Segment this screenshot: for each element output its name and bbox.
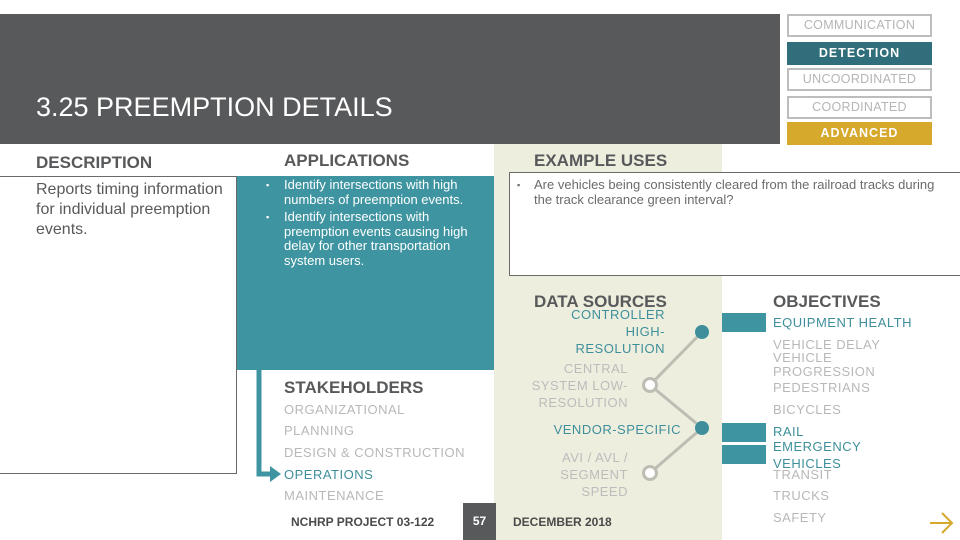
example-uses-heading: EXAMPLE USES [534,151,668,170]
application-item: Identify intersections with preemption e… [262,209,490,268]
example-use-item: Are vehicles being consistently cleared … [512,177,952,207]
page-title: 3.25 PREEMPTION DETAILS [36,92,393,122]
arrow-head-icon [270,466,281,482]
stakeholder-operations: OPERATIONS [284,467,374,482]
objective-rail: RAIL [773,424,804,439]
objective-vehicle-progression: VEHICLE PROGRESSION [773,350,876,379]
stakeholders-heading: STAKEHOLDERS [284,378,424,397]
tag-coordinated: COORDINATED [787,96,932,119]
application-item: Identify intersections with high numbers… [262,177,490,207]
applications-list: Identify intersections with high numbers… [262,177,490,271]
data-source-central-low-res: CENTRAL SYSTEM LOW-RESOLUTION [531,361,628,410]
tag-communication: COMMUNICATION [787,14,932,37]
objective-transit: TRANSIT [773,467,833,482]
node-vendor-icon [695,421,709,435]
node-central-icon [642,377,658,393]
example-uses-list: Are vehicles being consistently cleared … [512,177,952,207]
tag-detection: DETECTION [787,42,932,65]
stakeholder-maintenance: MAINTENANCE [284,488,385,503]
node-avi-icon [642,465,658,481]
footer-date: DECEMBER 2018 [513,515,612,529]
description-heading: DESCRIPTION [36,153,153,172]
stakeholder-planning: PLANNING [284,423,355,438]
page-number: 57 [463,503,496,540]
stakeholder-design-construction: DESIGN & CONSTRUCTION [284,445,465,460]
stakeholder-organizational: ORGANIZATIONAL [284,402,405,417]
objective-equipment-health: EQUIPMENT HEALTH [773,315,912,330]
header-bar [0,14,780,144]
objective-trucks: TRUCKS [773,488,830,503]
data-source-avi-avl: AVI / AVL / SEGMENT SPEED [560,450,628,499]
objective-indicator-emergency [722,445,766,464]
objective-safety: SAFETY [773,510,827,525]
objective-pedestrians: PEDESTRIANS [773,380,871,395]
objectives-heading: OBJECTIVES [773,292,881,311]
node-controller-icon [695,325,709,339]
data-source-node-chain [642,325,709,481]
next-page-arrow-icon[interactable] [928,510,956,536]
footer-project: NCHRP PROJECT 03-122 [291,515,435,529]
tag-advanced: ADVANCED [787,122,932,145]
objective-indicator-equipment-health [722,313,766,332]
objective-bicycles: BICYCLES [773,402,842,417]
objective-indicator-rail [722,423,766,442]
description-text: Reports timing information for individua… [36,181,223,238]
applications-heading: APPLICATIONS [284,151,410,170]
tag-uncoordinated: UNCOORDINATED [787,68,932,91]
